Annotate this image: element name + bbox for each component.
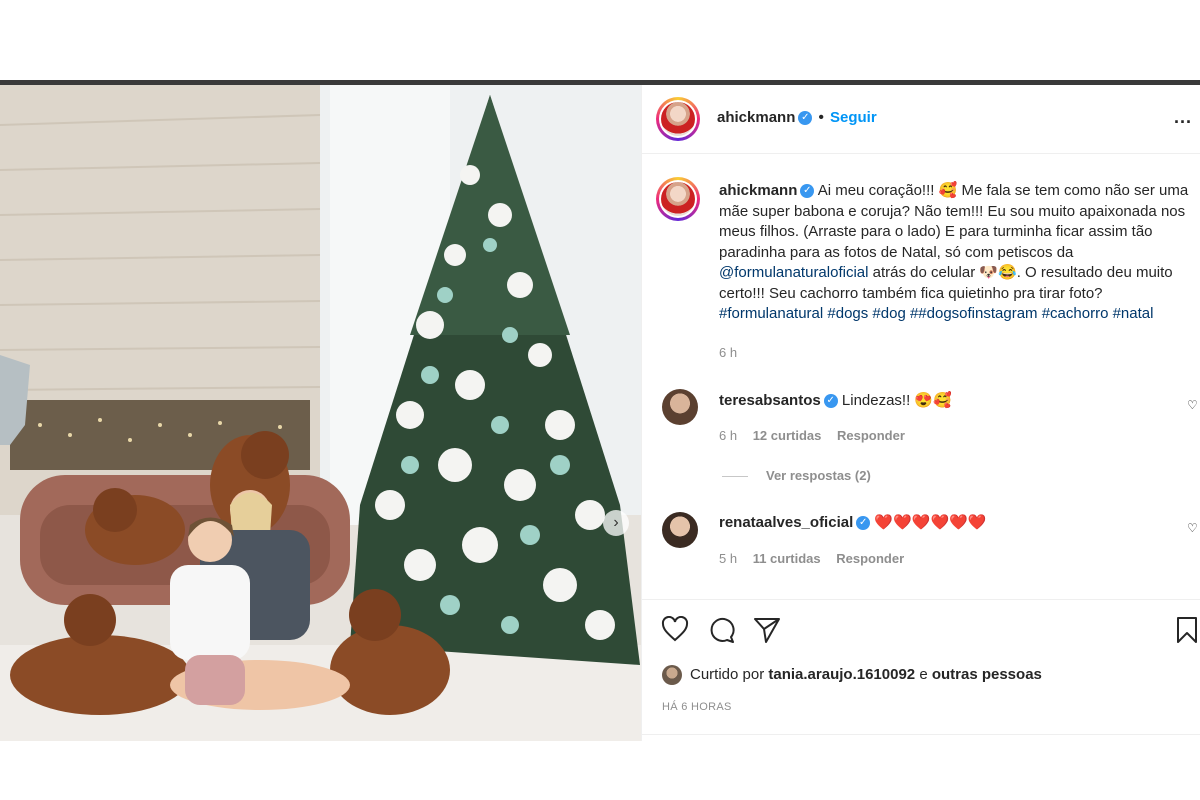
liked-user[interactable]: tania.araujo.1610092: [768, 666, 915, 683]
liked-by: Curtido por tania.araujo.1610092 e outra…: [662, 665, 1042, 685]
comment-2: renataalves_oficial ✓ ❤️❤️❤️❤️❤️❤️: [719, 513, 986, 531]
view-replies-label: Ver respostas (2): [766, 468, 871, 483]
liked-others[interactable]: outras pessoas: [932, 666, 1042, 683]
share-icon[interactable]: [753, 616, 781, 644]
comment-likes[interactable]: 12 curtidas: [753, 428, 822, 443]
more-options-icon[interactable]: ...: [1174, 107, 1192, 128]
comment-text: Lindezas!! 😍🥰: [841, 392, 952, 409]
comment-time[interactable]: 5 h: [719, 551, 737, 566]
comment-avatar[interactable]: [662, 512, 698, 548]
replies-divider: [722, 476, 748, 478]
verified-icon: ✓: [800, 184, 815, 199]
comment-time[interactable]: 6 h: [719, 428, 737, 443]
caption-hashtags[interactable]: #formulanatural #dogs #dog ##dogsofinsta…: [719, 305, 1153, 322]
verified-icon: ✓: [856, 516, 871, 531]
christmas-photo-illustration: [0, 85, 641, 741]
author-avatar[interactable]: [656, 97, 700, 141]
comment-like-heart-icon[interactable]: ♡: [1187, 521, 1198, 535]
comment-meta: 5 h 11 curtidas Responder: [719, 551, 916, 566]
comment-meta: 6 h 12 curtidas Responder: [719, 428, 917, 443]
post-side-panel: ahickmann ✓ • Seguir ... ahickmann ✓ Ai meu …: [641, 85, 1200, 741]
bottom-divider: [642, 734, 1200, 735]
reply-button[interactable]: Responder: [837, 428, 905, 443]
comment-avatar[interactable]: [662, 389, 698, 425]
post-header: ahickmann ✓ • Seguir ...: [642, 85, 1200, 154]
post-caption: ahickmann ✓ Ai meu coração!!! 🥰 Me fala s…: [719, 181, 1200, 325]
comment-like-heart-icon[interactable]: ♡: [1187, 398, 1198, 412]
post-age[interactable]: HÁ 6 HORAS: [662, 701, 732, 713]
heart-icon[interactable]: [661, 616, 689, 642]
comment-likes[interactable]: 11 curtidas: [753, 551, 821, 566]
caption-time[interactable]: 6 h: [719, 345, 737, 360]
view-replies-button[interactable]: Ver respostas (2): [722, 468, 871, 483]
reply-button[interactable]: Responder: [836, 551, 904, 566]
comment-icon[interactable]: [707, 616, 735, 644]
comment-1: teresabsantos ✓ Lindezas!! 😍🥰: [719, 391, 952, 409]
comment-text: ❤️❤️❤️❤️❤️❤️: [874, 514, 987, 531]
liked-and: e: [919, 665, 928, 683]
follow-button[interactable]: Seguir: [830, 109, 877, 126]
comment-username[interactable]: renataalves_oficial: [719, 514, 853, 531]
verified-icon: ✓: [823, 394, 838, 409]
author-username[interactable]: ahickmann: [717, 109, 795, 126]
verified-icon: ✓: [798, 110, 813, 125]
liker-avatar[interactable]: [662, 665, 682, 685]
bookmark-icon[interactable]: [1175, 616, 1199, 644]
separator-dot: •: [818, 109, 824, 126]
next-image-button[interactable]: ›: [603, 510, 629, 536]
chevron-right-icon: ›: [613, 514, 619, 531]
post-image[interactable]: ›: [0, 85, 641, 741]
comment-username[interactable]: teresabsantos: [719, 392, 821, 409]
actions-divider: [642, 599, 1200, 600]
caption-author-avatar[interactable]: [656, 177, 700, 221]
caption-mention[interactable]: @formulanaturaloficial: [719, 264, 868, 281]
caption-username[interactable]: ahickmann: [719, 182, 797, 199]
liked-prefix: Curtido por: [690, 665, 765, 683]
